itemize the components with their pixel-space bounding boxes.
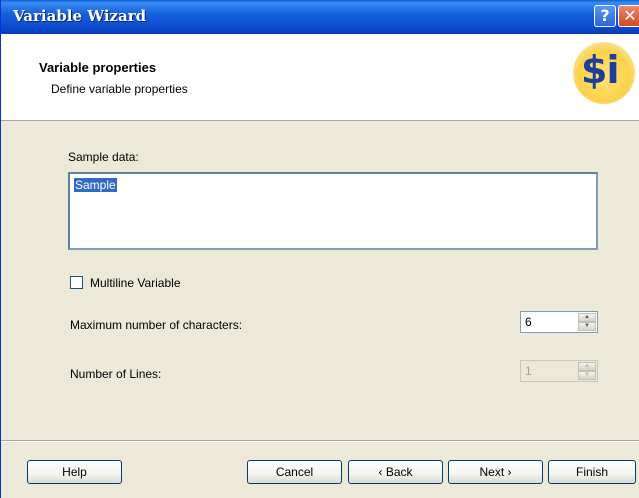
max-chars-value[interactable]: 6	[525, 315, 532, 329]
next-button[interactable]: Next ›	[448, 460, 543, 484]
close-icon[interactable]: ✕	[618, 5, 639, 27]
cancel-button[interactable]: Cancel	[247, 460, 342, 484]
max-chars-spin-buttons: ▲ ▼	[578, 313, 596, 331]
spin-up-icon: ▲	[578, 362, 596, 371]
lines-spin-buttons: ▲ ▼	[578, 362, 596, 380]
lines-spinner: 1 ▲ ▼	[520, 360, 598, 382]
finish-button[interactable]: Finish	[548, 460, 636, 484]
spin-up-icon[interactable]: ▲	[578, 313, 596, 322]
page-title: Variable properties	[39, 60, 157, 75]
page-subtitle: Define variable properties	[51, 82, 188, 96]
window-title: Variable Wizard	[13, 7, 147, 25]
multiline-checkbox[interactable]	[70, 276, 83, 289]
help-icon[interactable]: ?	[594, 5, 616, 27]
spin-down-icon[interactable]: ▼	[578, 322, 596, 331]
sample-data-textarea[interactable]: Sample	[68, 172, 598, 250]
lines-label: Number of Lines:	[70, 367, 162, 381]
multiline-label[interactable]: Multiline Variable	[90, 276, 181, 290]
help-button[interactable]: Help	[27, 460, 122, 484]
back-button[interactable]: ‹ Back	[348, 460, 443, 484]
logo-icon: $i	[581, 48, 619, 92]
max-chars-spinner[interactable]: 6 ▲ ▼	[520, 311, 598, 333]
wizard-header: Variable properties Define variable prop…	[1, 34, 639, 121]
max-chars-label: Maximum number of characters:	[70, 318, 243, 332]
title-bar: Variable Wizard ? ✕	[1, 0, 639, 34]
spin-down-icon: ▼	[578, 371, 596, 380]
lines-value: 1	[525, 364, 532, 378]
sample-data-label: Sample data:	[68, 150, 139, 164]
footer-divider	[1, 440, 639, 442]
variable-wizard-window: Variable Wizard ? ✕ Variable properties …	[0, 0, 639, 498]
app-logo: $i	[573, 42, 635, 104]
sample-data-value: Sample	[74, 178, 117, 192]
